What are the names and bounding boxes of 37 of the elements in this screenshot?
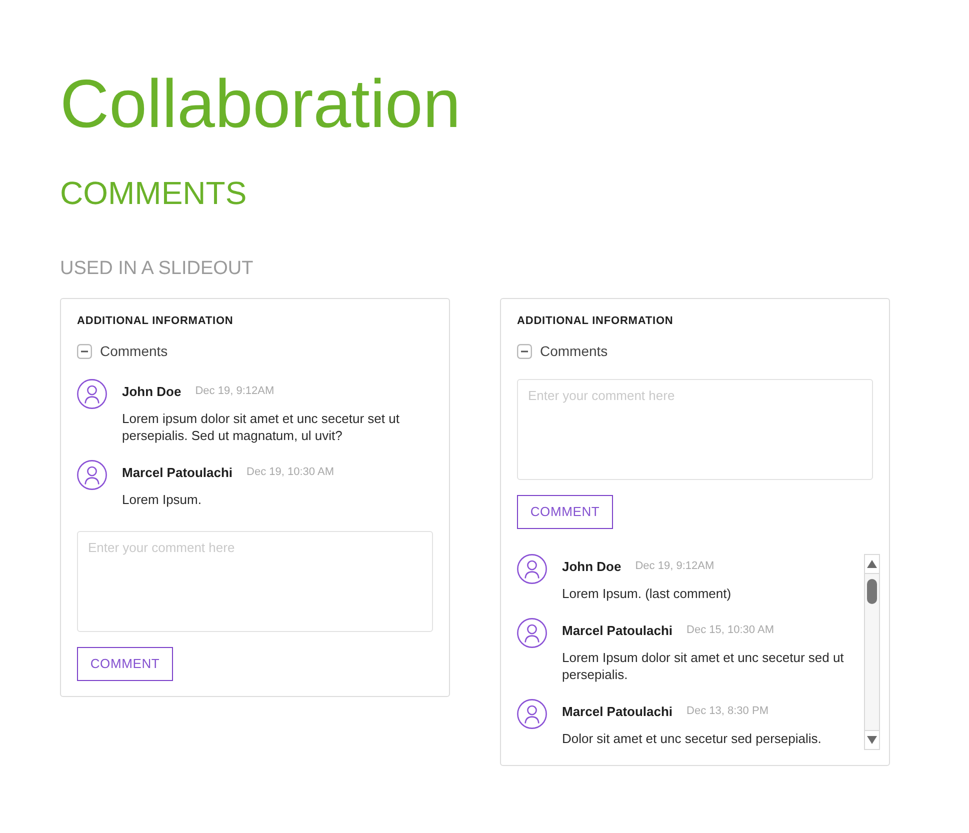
up-triangle-icon xyxy=(867,560,877,568)
minus-icon[interactable] xyxy=(77,344,92,358)
comment-text: Lorem Ipsum. xyxy=(122,491,202,508)
scrollbar-thumb[interactable] xyxy=(867,579,877,604)
comment-time: Dec 13, 8:30 PM xyxy=(686,704,768,720)
scroll-down-button[interactable] xyxy=(865,730,879,749)
comment-time: Dec 15, 10:30 AM xyxy=(686,623,774,638)
section-heading: COMMENTS xyxy=(60,177,247,209)
comment-text: Dolor sit amet et unc secetur sed persepialis. xyxy=(562,730,822,747)
comment-button[interactable]: COMMENT xyxy=(77,647,173,681)
subsection-heading: USED IN A SLIDEOUT xyxy=(60,259,254,278)
comment-time: Dec 19, 9:12AM xyxy=(635,559,714,574)
scroll-up-button[interactable] xyxy=(865,555,879,574)
author-name: John Doe xyxy=(562,558,622,576)
user-avatar-icon xyxy=(517,618,547,648)
comment-time: Dec 19, 9:12AM xyxy=(195,384,274,400)
section-label: Comments xyxy=(540,342,608,360)
minus-icon[interactable] xyxy=(517,344,532,358)
author-name: Marcel Patoulachi xyxy=(562,702,673,721)
panel-title: ADDITIONAL INFORMATION xyxy=(77,314,234,328)
scrollbar[interactable] xyxy=(864,554,880,750)
author-name: John Doe xyxy=(122,382,182,401)
author-name: Marcel Patoulachi xyxy=(562,622,673,640)
user-avatar-icon xyxy=(517,699,547,729)
page-title: Collaboration xyxy=(60,70,461,138)
user-avatar-icon xyxy=(517,554,547,584)
section-label: Comments xyxy=(100,342,168,360)
comment-button[interactable]: COMMENT xyxy=(517,495,613,529)
panel-title: ADDITIONAL INFORMATION xyxy=(517,314,674,328)
user-avatar-icon xyxy=(77,460,107,490)
user-avatar-icon xyxy=(77,379,107,409)
down-triangle-icon xyxy=(867,736,877,744)
comment-time: Dec 19, 10:30 AM xyxy=(246,465,334,480)
comment-text: Lorem Ipsum. (last comment) xyxy=(562,585,732,602)
author-name: Marcel Patoulachi xyxy=(122,464,233,482)
comment-text: Lorem Ipsum dolor sit amet et unc secetur sed ut persepialis. xyxy=(562,649,845,683)
comment-text: Lorem ipsum dolor sit amet et unc secetur set ut persepialis. Sed ut magnatum, ul uvit? xyxy=(122,410,400,444)
